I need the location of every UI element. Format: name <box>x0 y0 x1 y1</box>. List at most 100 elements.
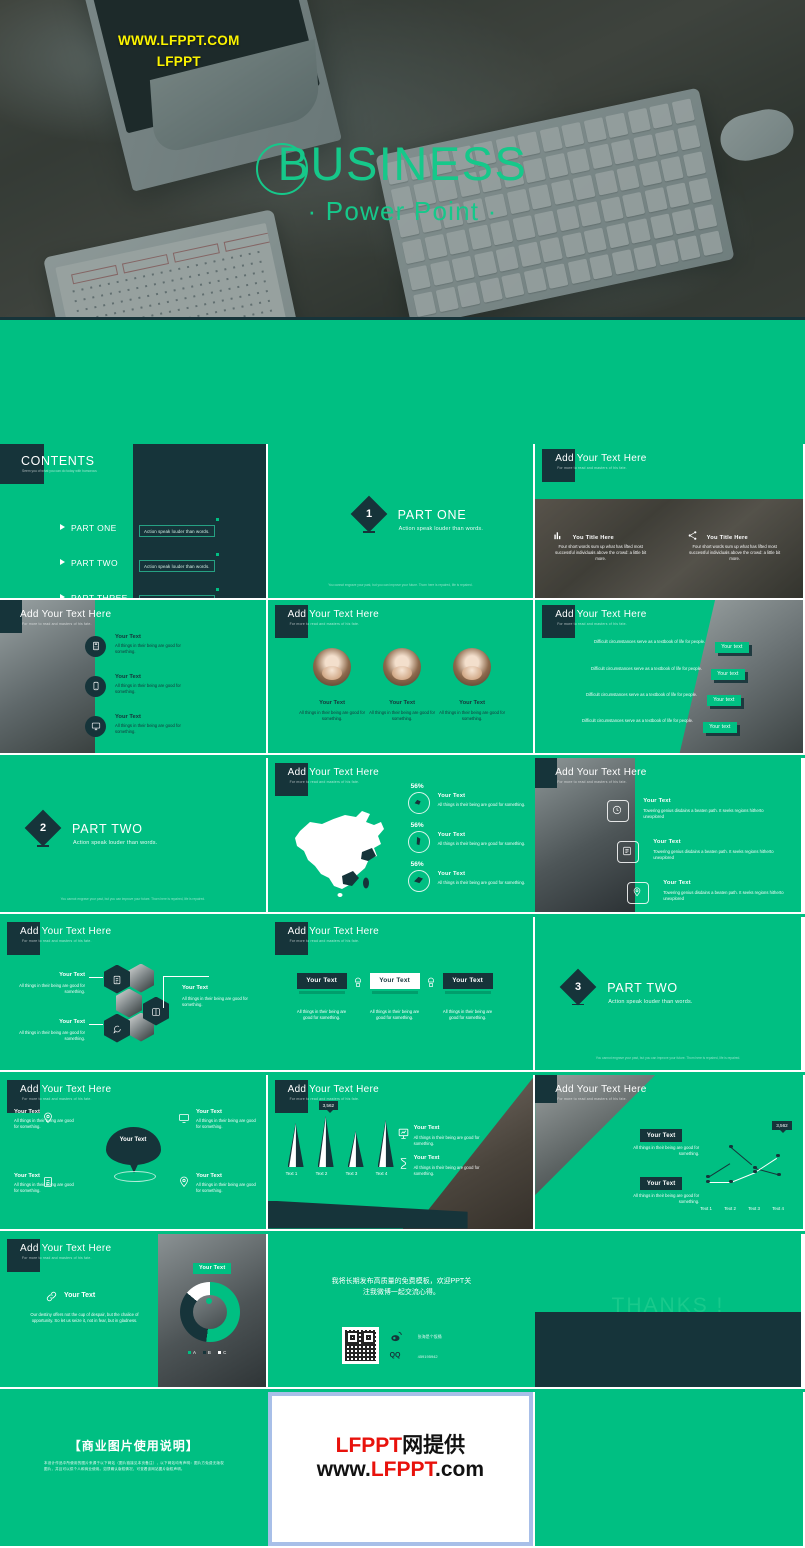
phone-title-3: Your Text <box>663 880 691 886</box>
contents-item-1[interactable]: PART ONE <box>60 523 117 533</box>
connector-icon <box>427 977 434 987</box>
line-point <box>777 1173 781 1177</box>
map-percent-2: 56% <box>410 822 424 829</box>
monitor-icon <box>91 722 100 731</box>
hero-title-group: BUSINESS · Power Point · <box>0 138 805 227</box>
hourglass-icon <box>400 1158 406 1169</box>
legend-swatch-a <box>188 1350 191 1354</box>
region-shape-icon <box>413 876 423 884</box>
part-underline <box>572 1003 585 1006</box>
map-pin-icon <box>633 887 641 897</box>
lfppt-line-1-red: LFPPT <box>335 1434 403 1457</box>
lfppt-line-1: LFPPT网提供 <box>272 1429 530 1459</box>
map-title-1: Your Text <box>437 793 466 799</box>
slide-phone-list[interactable]: Add Your Text Here For more to read and … <box>535 758 803 914</box>
screen-icon <box>179 1114 189 1123</box>
slide-qr-contact[interactable]: 我将长期发布高质量的免费模板，欢迎PPT关 注我微博一起交流心得。 张海是个饭桶… <box>267 1233 536 1389</box>
box-2-shadow <box>371 990 418 994</box>
lfppt-line-2-post: .com <box>435 1458 485 1481</box>
document-icon <box>113 975 121 984</box>
slide-part-three[interactable]: 3 PART TWO Action speak louder than word… <box>535 916 803 1072</box>
difficult-row-4: Difficult circumstances serve as a textb… <box>582 717 694 723</box>
line-axis-label-3: Text 3 <box>748 1206 760 1211</box>
site-watermark: WWW.LFPPT.COM LFPPT <box>118 30 240 72</box>
line-point <box>729 1145 733 1149</box>
region-shape-icon <box>414 799 421 805</box>
slide-lfppt-branding[interactable]: LFPPT网提供 www.LFPPT.com <box>267 1392 536 1548</box>
hex-body-2: All things in their being are good for s… <box>182 995 248 1007</box>
slide-part-one[interactable]: 1 PART ONE Action speak louder than word… <box>267 444 536 600</box>
slide-title: Add Your Text Here <box>20 608 112 620</box>
donut-tag: Your Text <box>193 1262 232 1274</box>
hex-title-2: Your Text <box>182 984 208 991</box>
contents-box-2: Action speak louder than words. <box>139 560 215 572</box>
slide-line-chart[interactable]: Add Your Text Here For more to read and … <box>535 1075 803 1231</box>
connector-icon <box>354 977 361 987</box>
hex-body-1: All things in their being are good for s… <box>19 982 85 994</box>
qr-code <box>341 1326 379 1364</box>
header-square <box>535 1075 558 1103</box>
avatar <box>382 647 421 686</box>
list-icon <box>623 846 631 856</box>
slide-thanks[interactable]: THANKS ! <box>535 1233 803 1389</box>
part-underline <box>362 531 375 533</box>
line-segment-dark <box>707 1163 731 1179</box>
slide-hexagons[interactable]: Add Your Text Here For more to read and … <box>0 916 268 1072</box>
slide-donut-chart[interactable]: Add Your Text Here For more to read and … <box>0 1233 268 1389</box>
book-icon <box>152 1007 160 1016</box>
line-axis-label-1: Text 1 <box>700 1206 712 1211</box>
legend-swatch-c <box>218 1350 222 1354</box>
cone-item-body-2: All things in their being are good for s… <box>413 1165 480 1176</box>
part-title: PART TWO <box>607 980 678 995</box>
slide-subtitle: For more to read and masters of his fate… <box>557 780 627 784</box>
difficult-row-2: Difficult circumstances serve as a textb… <box>591 665 703 671</box>
device-body-2: All things in their being are good for s… <box>115 682 181 694</box>
slide-device-list[interactable]: Add Your Text Here For more to read and … <box>0 599 268 755</box>
slide-china-map[interactable]: Add Your Text Here For more to read and … <box>267 758 536 914</box>
hex-title-3: Your Text <box>59 1018 85 1025</box>
lfppt-line-2-pre: www. <box>316 1458 371 1481</box>
slide-title: Add Your Text Here <box>287 767 379 778</box>
avatar-title-3: Your Text <box>459 699 486 706</box>
connector-line <box>89 976 103 978</box>
line-item-body-2: All things in their being are good for s… <box>633 1193 700 1204</box>
slide-difficult-circumstances[interactable]: Add Your Text Here For more to read and … <box>535 599 803 755</box>
contents-box-1: Action speak louder than words. <box>139 525 215 537</box>
line-point <box>753 1166 757 1170</box>
avatar-title-1: Your Text <box>319 699 346 706</box>
line-segment-white <box>730 1172 756 1184</box>
device-body-3: All things in their being are good for s… <box>115 722 181 734</box>
calculator-icon <box>92 641 99 651</box>
box-3[interactable]: Your Text <box>442 972 493 989</box>
phone-body-2: Towering genius disdains a beaten path. … <box>653 849 774 860</box>
lfppt-line-2: www.LFPPT.com <box>272 1458 530 1482</box>
contents-item-2[interactable]: PART TWO <box>60 558 118 568</box>
slide-contents[interactable]: CONTENTS Seem you of what you can do tod… <box>0 444 268 600</box>
watermark-line-1: WWW.LFPPT.COM <box>118 33 240 48</box>
avatar-title-2: Your Text <box>389 699 416 706</box>
pin-title-2: Your Text <box>196 1109 222 1115</box>
box-1[interactable]: Your Text <box>296 972 347 989</box>
triangle-right-icon <box>60 524 65 530</box>
cone-item-title-1: Your Text <box>413 1125 440 1131</box>
notice-body: 本设计作品中所使用的图片来源于以下网站（图片链接见本页备注），以下网站均有声明：… <box>44 1461 224 1471</box>
chat-icon <box>113 1025 121 1034</box>
slide-three-boxes[interactable]: Add Your Text Here For more to read and … <box>267 916 536 1072</box>
line-axis-label-4: Text 4 <box>772 1206 784 1211</box>
slide-cone-chart[interactable]: Add Your Text Here For more to read and … <box>267 1075 536 1231</box>
smartphone-icon <box>93 681 98 691</box>
legend-swatch-b <box>202 1350 206 1354</box>
difficult-tag-1: Your text <box>715 641 749 653</box>
weibo-name: 张海是个饭桶 <box>417 1333 442 1339</box>
slide-pins[interactable]: Add Your Text Here For more to read and … <box>0 1075 268 1231</box>
slide-part-two[interactable]: 2 PART TWO Action speak louder than word… <box>0 758 268 914</box>
slide-two-column-photo[interactable]: Add Your Text Here For more to read and … <box>535 444 803 600</box>
line-item-body-1: All things in their being are good for s… <box>633 1145 700 1156</box>
slide-avatars[interactable]: Add Your Text Here For more to read and … <box>267 599 536 755</box>
device-title-3: Your Text <box>115 713 141 720</box>
triangle-right-icon <box>60 559 65 565</box>
part-footnote: You cannot engrave your past, but you ca… <box>328 583 473 587</box>
box-2[interactable]: Your Text <box>369 972 420 989</box>
slide-title: Add Your Text Here <box>287 1084 379 1095</box>
slide-image-usage-notice[interactable]: 【商业图片使用说明】 本设计作品中所使用的图片来源于以下网站（图片链接见本页备注… <box>0 1392 268 1548</box>
